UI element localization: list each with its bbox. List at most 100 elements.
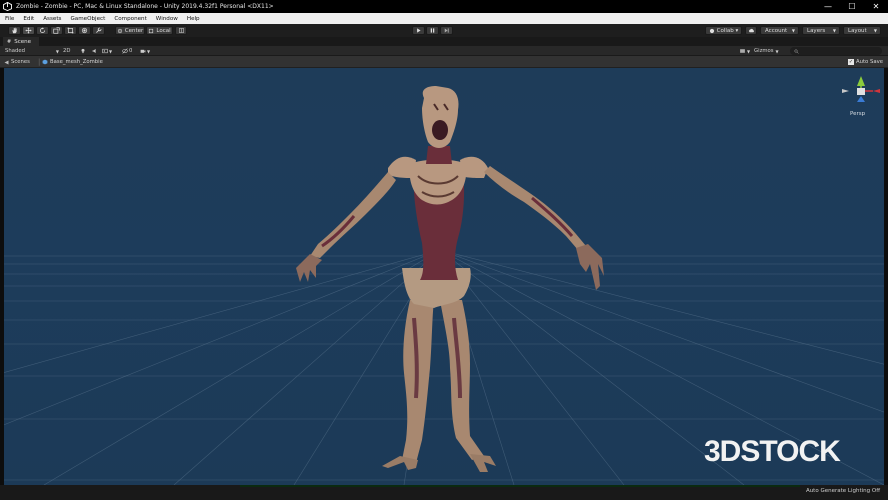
- menu-gameobject[interactable]: GameObject: [65, 16, 109, 22]
- scene-visibility-toggle[interactable]: 0: [122, 47, 132, 55]
- effects-icon: [102, 48, 108, 54]
- scale-icon: [53, 27, 60, 34]
- gizmos-dropdown[interactable]: Gizmos ▼: [754, 47, 779, 55]
- space-label: Local: [156, 27, 171, 34]
- hand-icon: [12, 27, 17, 34]
- menu-window[interactable]: Window: [151, 16, 182, 22]
- chevron-down-icon: ▼: [55, 48, 59, 54]
- chevron-down-icon: ▼: [791, 28, 795, 33]
- play-icon: [417, 28, 421, 33]
- collab-dropdown[interactable]: Collab ▾: [705, 26, 742, 35]
- pivot-local-button[interactable]: Local: [146, 26, 173, 35]
- scene-camera-dropdown[interactable]: ▼: [140, 47, 150, 55]
- lighting-status[interactable]: Auto Generate Lighting Off: [806, 488, 880, 494]
- move-icon: [25, 27, 32, 34]
- grid-snap-button[interactable]: [175, 26, 187, 35]
- title-bar: Zombie - Zombie - PC, Mac & Linux Standa…: [0, 0, 888, 13]
- scale-tool-button[interactable]: [50, 26, 63, 35]
- step-button[interactable]: [440, 26, 453, 35]
- auto-save-label: Auto Save: [856, 59, 883, 65]
- draw-mode-label: Shaded: [5, 48, 25, 54]
- pause-icon: [430, 28, 435, 33]
- draw-mode-dropdown[interactable]: Shaded ▼: [5, 47, 59, 55]
- rect-tool-button[interactable]: [64, 26, 77, 35]
- scene-toolbar: Shaded ▼ 2D ▼ 0 ▼ ▼ Gizmos ▼: [0, 46, 888, 56]
- rotate-icon: [39, 27, 46, 34]
- pivot-label: Center: [124, 27, 144, 34]
- unity-logo-icon: [3, 2, 12, 11]
- menu-file[interactable]: File: [0, 16, 18, 22]
- layers-dropdown[interactable]: Layers ▼: [802, 26, 840, 35]
- grid-snap-icon: [178, 28, 184, 33]
- camera-icon: [140, 49, 146, 53]
- scene-view-gizmo[interactable]: [842, 76, 880, 102]
- breadcrumb-separator: |: [38, 58, 41, 66]
- viewport-right-edge: [884, 68, 888, 485]
- hand-tool-button[interactable]: [8, 26, 21, 35]
- pivot-icon: [117, 28, 122, 33]
- menu-component[interactable]: Component: [109, 16, 150, 22]
- custom-tool-button[interactable]: [92, 26, 105, 35]
- breadcrumb-prefab[interactable]: Base_mesh_Zombie: [42, 57, 103, 67]
- wrench-icon: [96, 27, 102, 33]
- gizmos-label: Gizmos: [754, 48, 774, 54]
- play-button[interactable]: [412, 26, 425, 35]
- local-space-icon: [149, 28, 154, 33]
- chevron-down-icon: ▼: [747, 48, 751, 54]
- step-icon: [444, 28, 449, 33]
- collab-label: Collab ▾: [716, 27, 739, 34]
- transform-icon: [81, 27, 88, 34]
- scene-tab-icon: #: [7, 38, 12, 45]
- tools-dropdown[interactable]: ▼: [739, 47, 750, 55]
- close-button[interactable]: ✕: [864, 0, 888, 13]
- window-title: Zombie - Zombie - PC, Mac & Linux Standa…: [16, 3, 274, 10]
- watermark-logo: 3DSTOCK: [704, 435, 842, 465]
- tab-scene[interactable]: # Scene: [3, 37, 39, 46]
- tab-bar: # Scene: [0, 37, 888, 46]
- breadcrumb-root-label: Scenes: [11, 59, 30, 65]
- prefab-cube-icon: [42, 59, 48, 65]
- eye-slash-icon: [122, 48, 128, 54]
- scene-search-input[interactable]: [790, 47, 882, 55]
- menu-help[interactable]: Help: [182, 16, 204, 22]
- breadcrumb-item-label: Base_mesh_Zombie: [50, 59, 103, 65]
- checkbox-checked-icon[interactable]: ✓: [848, 59, 854, 65]
- scene-tab-label: Scene: [14, 38, 31, 45]
- transform-tool-button[interactable]: [78, 26, 91, 35]
- account-dropdown[interactable]: Account ▼: [760, 26, 799, 35]
- cloud-button[interactable]: [745, 26, 757, 35]
- rect-icon: [67, 27, 74, 34]
- tools-icon: [740, 49, 745, 53]
- chevron-down-icon: ▼: [775, 48, 779, 54]
- layout-label: Layout: [848, 27, 867, 34]
- watermark-text: 3DSTOCK: [704, 435, 841, 465]
- effects-dropdown[interactable]: ▼: [102, 47, 112, 55]
- menu-edit[interactable]: Edit: [18, 16, 38, 22]
- projection-label[interactable]: Persp: [850, 111, 865, 117]
- lighting-toggle[interactable]: [80, 47, 86, 55]
- menu-bar: File Edit Assets GameObject Component Wi…: [0, 13, 888, 24]
- breadcrumb-scenes[interactable]: Scenes: [4, 57, 30, 67]
- main-toolbar: Center Local Collab ▾ Account ▼ Layers ▼…: [0, 24, 888, 37]
- breadcrumb: Scenes | Base_mesh_Zombie ✓ Auto Save: [0, 56, 888, 68]
- chevron-down-icon: ▼: [109, 48, 113, 54]
- minimize-button[interactable]: —: [816, 0, 840, 13]
- pause-button[interactable]: [426, 26, 439, 35]
- layout-dropdown[interactable]: Layout ▼: [843, 26, 881, 35]
- auto-save-toggle[interactable]: ✓ Auto Save: [848, 57, 883, 67]
- zombie-model[interactable]: [296, 86, 604, 472]
- chevron-down-icon: ▼: [873, 28, 877, 33]
- status-accent-strip: [240, 485, 800, 487]
- maximize-button[interactable]: ☐: [840, 0, 864, 13]
- account-label: Account: [765, 27, 788, 34]
- hidden-count: 0: [129, 48, 133, 54]
- chevron-down-icon: ▼: [832, 28, 836, 33]
- move-tool-button[interactable]: [22, 26, 35, 35]
- window-controls: — ☐ ✕: [816, 0, 888, 13]
- audio-toggle[interactable]: [92, 47, 98, 55]
- 2d-toggle[interactable]: 2D: [63, 47, 70, 55]
- rotate-tool-button[interactable]: [36, 26, 49, 35]
- pivot-center-button[interactable]: Center: [115, 26, 145, 35]
- scene-viewport[interactable]: [4, 68, 884, 485]
- menu-assets[interactable]: Assets: [38, 16, 65, 22]
